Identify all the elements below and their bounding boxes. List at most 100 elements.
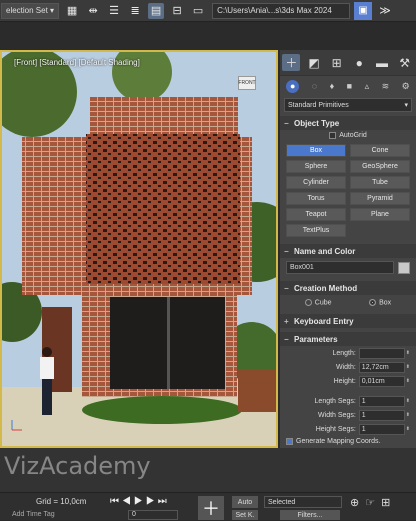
cameras-icon[interactable]: ■ <box>347 81 352 91</box>
primitive-category-value: Standard Primitives <box>288 101 349 109</box>
ribbon-area <box>0 22 416 50</box>
height-row: Height: 0,01cm ⬍ <box>280 374 416 388</box>
height-field[interactable]: 0,01cm <box>358 375 405 387</box>
modify-tab-icon[interactable]: ◩ <box>305 56 323 70</box>
create-tab-icon[interactable]: ＋ <box>282 54 301 71</box>
playback-controls[interactable]: ⏮◀▶▶⏭ <box>110 496 170 507</box>
spinner-icon[interactable]: ⬍ <box>406 412 410 418</box>
box-radio[interactable]: Box <box>369 299 391 306</box>
set-key-button[interactable]: Set K. <box>232 510 258 520</box>
grid-size-label: Grid = 10,0cm <box>36 497 87 506</box>
autogrid-checkbox[interactable]: AutoGrid <box>280 130 416 141</box>
viewport-front[interactable]: [Front] [Standard] [Default Shading] FRO… <box>0 50 278 448</box>
expand-icon: + <box>284 316 289 326</box>
width-row: Width: 12,72cm ⬍ <box>280 360 416 374</box>
auto-key-button[interactable]: Auto <box>232 496 258 508</box>
viewport-navigation-icons[interactable]: ⊕☞⊞ <box>350 496 396 509</box>
project-path-field[interactable]: C:\Users\Ania\...s\3ds Max 2024 <box>212 2 351 19</box>
plane-button[interactable]: Plane <box>350 208 410 221</box>
autogrid-label: AutoGrid <box>339 132 367 139</box>
render-setup-icon[interactable]: ⊟ <box>169 3 185 19</box>
cube-radio[interactable]: Cube <box>304 299 332 307</box>
name-row: Box001 <box>280 258 416 277</box>
creation-method-options: Cube Box <box>280 295 416 310</box>
utilities-tab-icon[interactable]: ⚒ <box>396 56 414 70</box>
textplus-button[interactable]: TextPlus <box>286 224 346 237</box>
width-segs-field[interactable]: 1 <box>358 409 405 421</box>
create-subcategory-tabs: ● ◌ ♦ ■ ▵ ≋ ⚙ <box>280 76 416 96</box>
selection-set-dropdown[interactable]: election Set ▾ <box>1 2 60 19</box>
command-panel-tabs: ＋ ◩ ⊞ ● ▬ ⚒ <box>280 50 416 76</box>
collapse-icon: − <box>284 118 289 128</box>
spinner-icon[interactable]: ⬍ <box>406 350 410 356</box>
save-icon[interactable]: ▣ <box>354 1 373 20</box>
autogrid-check-icon <box>329 132 337 139</box>
add-time-tag[interactable]: Add Time Tag <box>12 511 55 518</box>
length-label: Length: <box>332 349 356 357</box>
set-key-icon[interactable]: ＋ <box>198 496 224 520</box>
viewcube[interactable]: FRONT <box>238 76 256 90</box>
collapse-icon: − <box>284 334 289 344</box>
geosphere-button[interactable]: GeoSphere <box>350 160 410 173</box>
collapse-icon: − <box>284 283 289 293</box>
teapot-button[interactable]: Teapot <box>286 208 346 221</box>
object-type-buttons: Box Cone Sphere GeoSphere Cylinder Tube … <box>280 141 416 240</box>
length-field[interactable] <box>358 347 405 359</box>
height-segs-field[interactable]: 1 <box>358 423 405 435</box>
object-color-swatch[interactable] <box>398 261 410 274</box>
spinner-icon[interactable]: ⬍ <box>406 364 410 370</box>
tube-button[interactable]: Tube <box>350 176 410 189</box>
motion-tab-icon[interactable]: ● <box>350 56 368 70</box>
sphere-button[interactable]: Sphere <box>286 160 346 173</box>
keyboard-entry-rollout-header[interactable]: + Keyboard Entry <box>280 314 416 329</box>
object-type-rollout-header[interactable]: − Object Type <box>280 116 416 130</box>
helpers-icon[interactable]: ▵ <box>365 81 370 92</box>
parameters-rollout-header[interactable]: − Parameters <box>280 332 416 347</box>
project-path-text: C:\Users\Ania\...s\3ds Max 2024 <box>217 6 332 15</box>
hierarchy-tab-icon[interactable]: ⊞ <box>328 56 346 70</box>
radio-selected-icon <box>369 299 377 306</box>
spacewarps-icon[interactable]: ≋ <box>382 81 390 92</box>
height-segs-row: Height Segs: 1 ⬍ <box>280 422 416 436</box>
name-color-title: Name and Color <box>294 246 356 256</box>
select-by-name-icon[interactable]: ▦ <box>64 3 80 19</box>
generate-mapping-label: Generate Mapping Coords. <box>296 438 381 446</box>
spinner-icon[interactable]: ⬍ <box>406 378 410 384</box>
shapes-icon[interactable]: ◌ <box>312 81 317 91</box>
creation-method-title: Creation Method <box>294 283 358 293</box>
geometry-icon[interactable]: ● <box>286 79 300 93</box>
name-color-rollout-header[interactable]: − Name and Color <box>280 244 416 258</box>
cube-radio-label: Cube <box>314 299 332 307</box>
layer-explorer-icon[interactable]: ☰ <box>106 3 122 19</box>
cone-button[interactable]: Cone <box>350 144 410 157</box>
box-button[interactable]: Box <box>286 144 346 157</box>
cylinder-button[interactable]: Cylinder <box>286 176 346 189</box>
systems-icon[interactable]: ⚙ <box>402 81 410 92</box>
viewport-label[interactable]: [Front] [Standard] [Default Shading] <box>14 58 140 67</box>
workspace-icon[interactable]: ≫ <box>377 3 393 19</box>
length-segs-row: Length Segs: 1 ⬍ <box>280 394 416 408</box>
width-label: Width: <box>335 363 356 371</box>
spinner-icon[interactable]: ⬍ <box>406 398 410 404</box>
radio-icon <box>304 299 312 306</box>
pyramid-button[interactable]: Pyramid <box>350 192 410 205</box>
width-field[interactable]: 12,72cm <box>358 361 405 373</box>
graph-editor-icon[interactable]: ▤ <box>148 2 165 19</box>
primitive-category-dropdown[interactable]: Standard Primitives ▾ <box>284 98 412 112</box>
key-filters-button[interactable]: Filters... <box>280 510 340 520</box>
generate-mapping-checkbox[interactable]: Generate Mapping Coords. <box>280 436 416 447</box>
lights-icon[interactable]: ♦ <box>330 81 335 91</box>
display-tab-icon[interactable]: ▬ <box>373 56 391 70</box>
current-frame-field[interactable]: 0 <box>128 510 178 520</box>
parameters-title: Parameters <box>294 334 338 344</box>
creation-method-rollout-header[interactable]: − Creation Method <box>280 281 416 295</box>
scene-explorer-icon[interactable]: ≣ <box>127 3 143 19</box>
render-frame-icon[interactable]: ▭ <box>190 3 206 19</box>
torus-button[interactable]: Torus <box>286 192 346 205</box>
length-segs-field[interactable]: 1 <box>358 395 405 407</box>
key-filter-dropdown[interactable]: Selected <box>264 496 342 508</box>
collapse-icon: − <box>284 246 289 256</box>
spinner-icon[interactable]: ⬍ <box>406 426 410 432</box>
align-icon[interactable]: ⇹ <box>85 3 101 19</box>
object-name-input[interactable]: Box001 <box>286 261 394 274</box>
